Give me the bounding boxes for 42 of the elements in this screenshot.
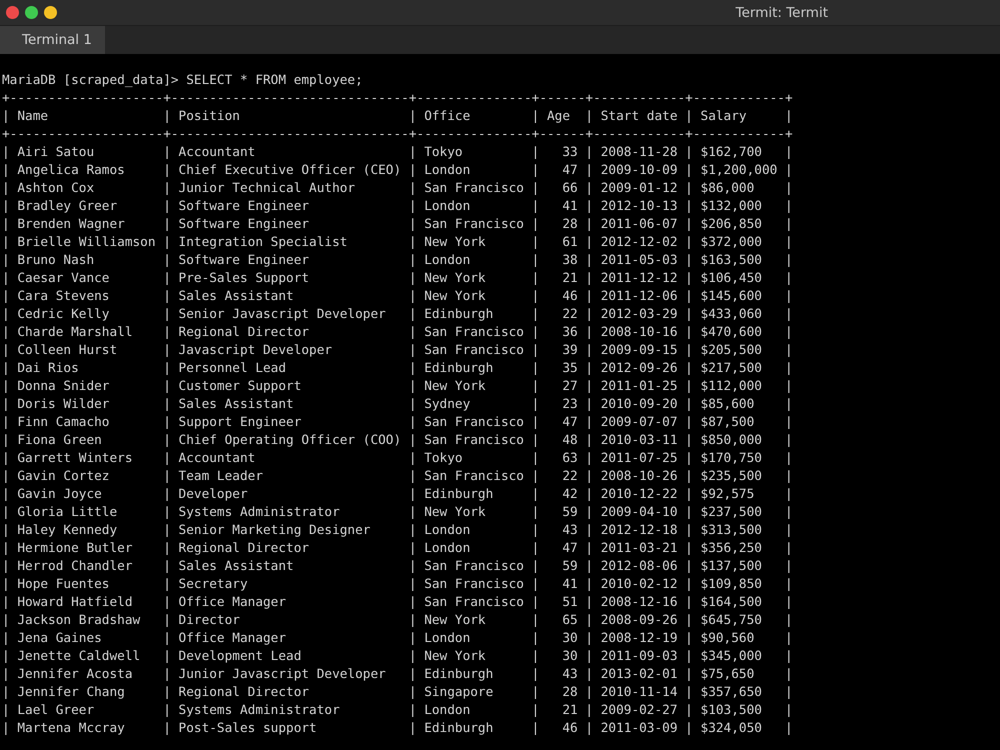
terminal-line: | Martena Mccray | Post-Sales support | Edinburgh | 46 | 2011-03-09 | $324,050 |	[2, 720, 793, 738]
terminal-line: | Jena Gaines | Office Manager | London | 30 | 2008-12-19 | $90,560 |	[2, 630, 793, 648]
terminal-line: +--------------------+-------------------------------+---------------+------+------------+------------+	[2, 90, 793, 108]
terminal-line: | Garrett Winters | Accountant | Tokyo | 63 | 2011-07-25 | $170,750 |	[2, 450, 793, 468]
maximize-button[interactable]	[25, 6, 38, 19]
minimize-button[interactable]	[44, 6, 57, 19]
terminal-line: +--------------------+-------------------------------+---------------+------+------------+------------+	[2, 126, 793, 144]
terminal-line: | Dai Rios | Personnel Lead | Edinburgh | 35 | 2012-09-26 | $217,500 |	[2, 360, 793, 378]
terminal-line: | Bruno Nash | Software Engineer | London | 38 | 2011-05-03 | $163,500 |	[2, 252, 793, 270]
window-title: Termit: Termit	[736, 4, 828, 20]
terminal-tab[interactable]: Terminal 1	[0, 26, 105, 54]
terminal-line: | Bradley Greer | Software Engineer | London | 41 | 2012-10-13 | $132,000 |	[2, 198, 793, 216]
terminal-line: | Haley Kennedy | Senior Marketing Designer | London | 43 | 2012-12-18 | $313,500 |	[2, 522, 793, 540]
close-button[interactable]	[6, 6, 19, 19]
terminal-line: | Gloria Little | Systems Administrator | New York | 59 | 2009-04-10 | $237,500 |	[2, 504, 793, 522]
terminal-line: | Finn Camacho | Support Engineer | San Francisco | 47 | 2009-07-07 | $87,500 |	[2, 414, 793, 432]
terminal-line: | Charde Marshall | Regional Director | San Francisco | 36 | 2008-10-16 | $470,600 |	[2, 324, 793, 342]
terminal-line: | Name | Position | Office | Age | Start date | Salary |	[2, 108, 793, 126]
terminal-line: | Jackson Bradshaw | Director | New York | 65 | 2008-09-26 | $645,750 |	[2, 612, 793, 630]
terminal-line: | Brenden Wagner | Software Engineer | San Francisco | 28 | 2011-06-07 | $206,850 |	[2, 216, 793, 234]
terminal-line: | Jennifer Chang | Regional Director | Singapore | 28 | 2010-11-14 | $357,650 |	[2, 684, 793, 702]
terminal-line: | Brielle Williamson | Integration Specialist | New York | 61 | 2012-12-02 | $372,000 |	[2, 234, 793, 252]
terminal-line: | Gavin Cortez | Team Leader | San Francisco | 22 | 2008-10-26 | $235,500 |	[2, 468, 793, 486]
terminal-line: | Herrod Chandler | Sales Assistant | San Francisco | 59 | 2012-08-06 | $137,500 |	[2, 558, 793, 576]
terminal-line: | Gavin Joyce | Developer | Edinburgh | 42 | 2010-12-22 | $92,575 |	[2, 486, 793, 504]
terminal-line: | Doris Wilder | Sales Assistant | Sydney | 23 | 2010-09-20 | $85,600 |	[2, 396, 793, 414]
terminal-line: | Donna Snider | Customer Support | New York | 27 | 2011-01-25 | $112,000 |	[2, 378, 793, 396]
terminal-line: | Airi Satou | Accountant | Tokyo | 33 | 2008-11-28 | $162,700 |	[2, 144, 793, 162]
terminal-line: | Angelica Ramos | Chief Executive Officer (CEO) | London | 47 | 2009-10-09 | $1,200,000 |	[2, 162, 793, 180]
terminal-line: | Jenette Caldwell | Development Lead | New York | 30 | 2011-09-03 | $345,000 |	[2, 648, 793, 666]
terminal-line: | Fiona Green | Chief Operating Officer (COO) | San Francisco | 48 | 2010-03-11 | $850,000 |	[2, 432, 793, 450]
terminal-line: | Howard Hatfield | Office Manager | San Francisco | 51 | 2008-12-16 | $164,500 |	[2, 594, 793, 612]
terminal-line: | Jennifer Acosta | Junior Javascript Developer | Edinburgh | 43 | 2013-02-01 | $75,650 |	[2, 666, 793, 684]
terminal-line: | Hermione Butler | Regional Director | London | 47 | 2011-03-21 | $356,250 |	[2, 540, 793, 558]
terminal-line: | Colleen Hurst | Javascript Developer | San Francisco | 39 | 2009-09-15 | $205,500 |	[2, 342, 793, 360]
terminal-line: | Cedric Kelly | Senior Javascript Developer | Edinburgh | 22 | 2012-03-29 | $433,060 |	[2, 306, 793, 324]
terminal-line: | Lael Greer | Systems Administrator | London | 21 | 2009-02-27 | $103,500 |	[2, 702, 793, 720]
terminal-line: | Hope Fuentes | Secretary | San Francisco | 41 | 2010-02-12 | $109,850 |	[2, 576, 793, 594]
terminal-line: | Ashton Cox | Junior Technical Author | San Francisco | 66 | 2009-01-12 | $86,000 |	[2, 180, 793, 198]
terminal-line: | Caesar Vance | Pre-Sales Support | New York | 21 | 2011-12-12 | $106,450 |	[2, 270, 793, 288]
terminal-line: MariaDB [scraped_data]> SELECT * FROM employee;	[2, 72, 363, 90]
terminal-line: | Cara Stevens | Sales Assistant | New York | 46 | 2011-12-06 | $145,600 |	[2, 288, 793, 306]
